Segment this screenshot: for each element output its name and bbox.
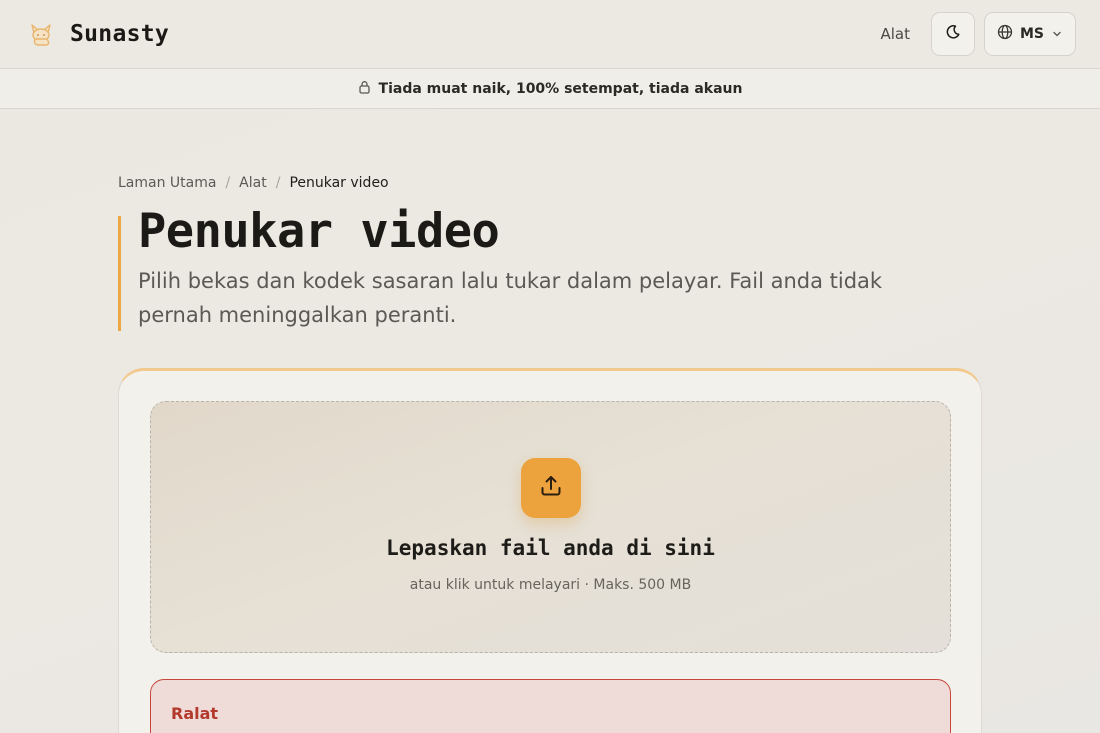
error-title: Ralat bbox=[171, 704, 219, 723]
nav-actions: Alat MS bbox=[880, 12, 1076, 56]
language-select[interactable]: MS bbox=[983, 12, 1076, 56]
globe-icon bbox=[997, 24, 1013, 44]
theme-toggle-button[interactable] bbox=[930, 12, 975, 56]
brand-name: Sunasty bbox=[70, 21, 170, 47]
breadcrumb-separator: / bbox=[275, 175, 281, 191]
file-dropzone[interactable]: Lepaskan fail anda di sini atau klik unt… bbox=[150, 401, 951, 653]
dropzone-hint: atau klik untuk melayari · Maks. 500 MB bbox=[409, 577, 692, 593]
top-navigation: Sunasty Alat MS bbox=[0, 0, 1100, 68]
converter-card: Lepaskan fail anda di sini atau klik unt… bbox=[118, 368, 982, 733]
chevron-down-icon bbox=[1051, 25, 1063, 44]
page-subtitle: Pilih bekas dan kodek sasaran lalu tukar… bbox=[138, 269, 883, 327]
breadcrumb-tools[interactable]: Alat bbox=[239, 175, 267, 191]
breadcrumb: Laman Utama / Alat / Penukar video bbox=[118, 175, 389, 191]
upload-button[interactable] bbox=[521, 458, 581, 518]
cat-logo-icon bbox=[26, 19, 56, 49]
nav-link-tools[interactable]: Alat bbox=[880, 25, 910, 43]
lock-icon bbox=[358, 79, 371, 98]
page-header: Penukar video Pilih bekas dan kodek sasa… bbox=[118, 208, 948, 331]
breadcrumb-home[interactable]: Laman Utama bbox=[118, 175, 216, 191]
privacy-banner: Tiada muat naik, 100% setempat, tiada ak… bbox=[0, 68, 1100, 109]
brand[interactable]: Sunasty bbox=[26, 19, 169, 49]
page-title: Penukar video bbox=[138, 204, 500, 259]
moon-icon bbox=[945, 24, 961, 44]
language-code: MS bbox=[1019, 26, 1044, 42]
dropzone-title: Lepaskan fail anda di sini bbox=[386, 536, 715, 560]
error-alert: Ralat bbox=[150, 679, 951, 733]
banner-text: Tiada muat naik, 100% setempat, tiada ak… bbox=[378, 80, 743, 97]
breadcrumb-current: Penukar video bbox=[289, 175, 389, 191]
upload-icon bbox=[538, 473, 564, 503]
breadcrumb-separator: / bbox=[225, 175, 231, 191]
